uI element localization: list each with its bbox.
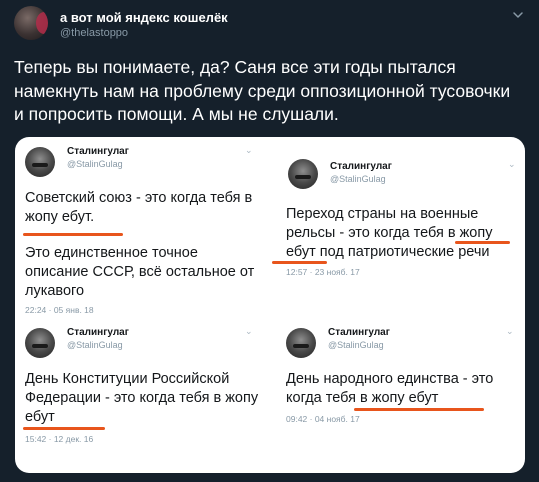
highlight-underline (23, 427, 105, 430)
avatar (25, 328, 55, 358)
tweet-text: Теперь вы понимаете, да? Саня все эти го… (14, 57, 511, 124)
avatar (286, 328, 316, 358)
chevron-down-icon: ⌄ (245, 326, 253, 336)
chevron-down-icon: ⌄ (506, 326, 514, 336)
quoted-tweet-card: Сталингулаг @StalinGulag ⌄ День Конститу… (15, 322, 270, 473)
card-author-handle: @StalinGulag (67, 340, 123, 350)
card-author-handle: @StalinGulag (330, 174, 386, 184)
author-handle[interactable]: @thelastoppo (60, 27, 128, 39)
card-timestamp: 22:24 · 05 янв. 18 (25, 305, 94, 315)
highlight-underline (23, 233, 123, 236)
card-text: Советский союз - это когда тебя в жопу е… (25, 190, 253, 225)
card-author-name: Сталингулаг (67, 327, 129, 338)
author-display-name[interactable]: а вот мой яндекс кошелёк (60, 10, 228, 25)
tweet-media-image[interactable]: Сталингулаг @StalinGulag ⌄ Советский сою… (15, 137, 525, 473)
quoted-tweet-card: Сталингулаг @StalinGulag ⌄ День народног… (270, 322, 525, 473)
chevron-down-icon: ⌄ (245, 145, 253, 155)
card-timestamp: 09:42 · 04 нояб. 17 (286, 414, 360, 424)
chevron-down-icon: ⌄ (508, 159, 516, 169)
card-author-name: Сталингулаг (330, 161, 392, 172)
highlight-underline (455, 241, 510, 244)
highlight-underline (272, 261, 327, 264)
card-timestamp: 12:57 · 23 нояб. 17 (286, 267, 360, 277)
quoted-tweet-card: Сталингулаг @StalinGulag ⌄ Переход стран… (270, 137, 525, 322)
avatar (25, 147, 55, 177)
tweet-header: а вот мой яндекс кошелёк @thelastoppo (14, 6, 525, 42)
card-text: День Конституции Российской Федерации - … (25, 371, 259, 425)
card-author-name: Сталингулаг (67, 146, 129, 157)
quoted-tweet-card: Сталингулаг @StalinGulag ⌄ Советский сою… (15, 137, 270, 322)
card-text-secondary: Это единственное точное описание СССР, в… (25, 245, 255, 299)
card-author-handle: @StalinGulag (67, 159, 123, 169)
card-text: Переход страны на военные рельсы - это к… (286, 206, 493, 260)
avatar[interactable] (14, 6, 48, 40)
card-timestamp: 15:42 · 12 дек. 16 (25, 434, 94, 444)
card-author-name: Сталингулаг (328, 327, 390, 338)
avatar (288, 159, 318, 189)
card-text: День народного единства - это когда тебя… (286, 371, 494, 406)
highlight-underline (354, 408, 484, 411)
chevron-down-icon[interactable] (511, 8, 525, 22)
card-author-handle: @StalinGulag (328, 340, 384, 350)
